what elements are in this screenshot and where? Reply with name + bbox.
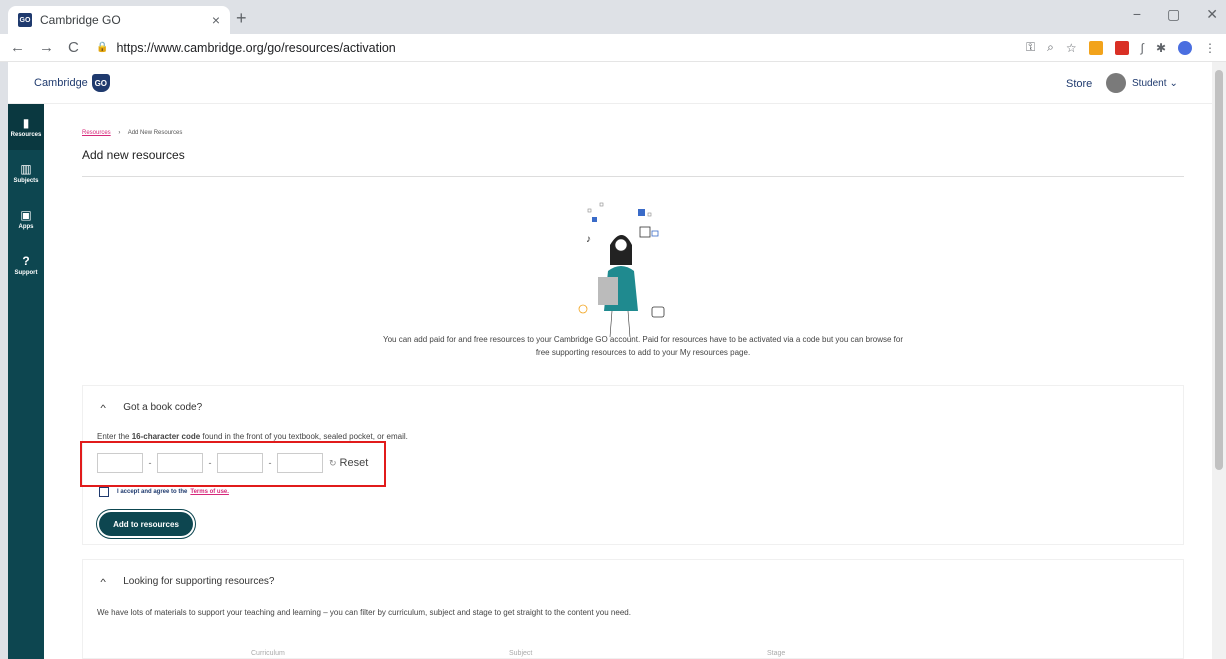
books-icon: ▥ <box>20 162 32 176</box>
extension-folder-icon[interactable] <box>1088 40 1103 55</box>
chevron-up-icon: ^ <box>100 402 106 413</box>
intro-text: You can add paid for and free resources … <box>288 333 998 359</box>
desc-text: Enter the <box>97 432 132 441</box>
filter-row: Curriculum Subject Stage <box>83 648 1185 658</box>
minimize-button[interactable]: − <box>1133 6 1141 23</box>
forward-arrow-icon[interactable]: → <box>39 39 54 56</box>
book-code-header[interactable]: ^ Got a book code? <box>100 402 203 413</box>
intro-line-1: You can add paid for and free resources … <box>382 335 903 344</box>
book-code-heading: Got a book code? <box>123 402 203 413</box>
divider <box>82 176 1184 177</box>
desc-bold: 16-character code <box>131 432 201 441</box>
tab-title: Cambridge GO <box>40 13 121 27</box>
sidebar: ▮ Resources ▥ Subjects ▣ Apps ? Support <box>8 104 44 659</box>
curriculum-filter[interactable]: Curriculum <box>251 650 285 657</box>
user-name: Student <box>1132 77 1167 89</box>
url-bar[interactable]: 🔒 https://www.cambridge.org/go/resources… <box>90 37 970 59</box>
site-header: Cambridge GO Store Student ⌄ <box>8 62 1212 104</box>
logo-text: Cambridge <box>34 77 88 89</box>
svg-text:♪: ♪ <box>586 234 591 245</box>
chevron-up-icon: ^ <box>100 576 106 587</box>
store-link[interactable]: Store <box>1066 78 1092 90</box>
url-text: https://www.cambridge.org/go/resources/a… <box>116 40 396 55</box>
breadcrumb-resources-link[interactable]: Resources <box>82 130 111 136</box>
zoom-icon[interactable]: ⌕ <box>1047 40 1054 55</box>
pdf-extension-icon[interactable] <box>1114 40 1129 55</box>
browser-tab[interactable]: GO Cambridge GO × <box>8 6 230 34</box>
add-to-resources-button[interactable]: Add to resources <box>99 512 193 536</box>
user-avatar-icon <box>1106 73 1126 93</box>
terms-checkbox[interactable] <box>99 487 109 497</box>
lock-icon: 🔒 <box>96 42 109 53</box>
highlight-box <box>80 441 386 487</box>
intro-line-2: free supporting resources to add to your… <box>535 348 751 357</box>
sidebar-item-support[interactable]: ? Support <box>8 242 44 288</box>
terms-agreement: I accept and agree to the Terms of use. <box>99 487 229 497</box>
sidebar-item-label: Subjects <box>13 178 39 184</box>
reload-icon[interactable]: C <box>68 39 79 56</box>
web-page: Cambridge GO Store Student ⌄ ▮ Resources… <box>8 62 1212 659</box>
woman-with-tablet-illustration: ♪ <box>578 202 665 337</box>
page-scrollbar[interactable] <box>1212 62 1226 659</box>
go-shield-icon: GO <box>91 74 110 92</box>
breadcrumb: Resources › Add New Resources <box>82 130 182 136</box>
key-icon[interactable]: ⚿ <box>1026 40 1035 55</box>
back-arrow-icon[interactable]: ← <box>10 39 25 56</box>
chevron-down-icon: ⌄ <box>1169 77 1178 89</box>
supporting-heading: Looking for supporting resources? <box>123 576 275 587</box>
cambridge-go-logo[interactable]: Cambridge GO <box>34 74 110 92</box>
sidebar-item-label: Support <box>14 270 38 276</box>
supporting-resources-panel: ^ Looking for supporting resources? We h… <box>82 559 1184 659</box>
sidebar-item-label: Resources <box>10 132 42 138</box>
browser-extensions: ⚿ ⌕ ☆ ∫ ✱ ⋮ <box>1026 40 1216 55</box>
scrollbar-thumb[interactable] <box>1215 70 1223 470</box>
nav-buttons: ← → C <box>10 39 90 56</box>
chrome-menu-icon[interactable]: ⋮ <box>1204 41 1216 55</box>
close-window-button[interactable]: ✕ <box>1206 6 1218 23</box>
signature-extension-icon[interactable]: ∫ <box>1141 41 1144 55</box>
address-bar-row: ← → C 🔒 https://www.cambridge.org/go/res… <box>0 34 1226 62</box>
book-code-description: Enter the 16-character code found in the… <box>97 432 408 441</box>
user-menu[interactable]: Student ⌄ <box>1106 73 1178 93</box>
sidebar-item-label: Apps <box>18 224 34 230</box>
window-controls: − ▢ ✕ <box>1133 6 1218 23</box>
new-tab-button[interactable]: + <box>236 8 247 29</box>
subject-filter[interactable]: Subject <box>509 650 532 657</box>
page-title: Add new resources <box>82 148 185 162</box>
bookmark-star-icon[interactable]: ☆ <box>1066 41 1077 55</box>
desc-text-2: found in the front of you textbook, seal… <box>200 432 408 441</box>
sidebar-item-resources[interactable]: ▮ Resources <box>8 104 44 150</box>
puzzle-extensions-icon[interactable]: ✱ <box>1156 41 1166 55</box>
question-icon: ? <box>22 254 30 268</box>
browser-tab-strip: GO Cambridge GO × + − ▢ ✕ <box>0 0 1226 34</box>
maximize-button[interactable]: ▢ <box>1167 6 1180 23</box>
breadcrumb-current: Add New Resources <box>127 130 183 136</box>
terms-of-use-link[interactable]: Terms of use. <box>190 489 229 495</box>
apps-grid-icon: ▣ <box>20 208 32 222</box>
cambridge-go-favicon-icon: GO <box>18 13 32 27</box>
sidebar-item-subjects[interactable]: ▥ Subjects <box>8 150 44 196</box>
stage-filter[interactable]: Stage <box>767 650 785 657</box>
supporting-description: We have lots of materials to support you… <box>97 608 631 617</box>
accept-text: I accept and agree to the <box>117 489 188 495</box>
breadcrumb-separator: › <box>118 130 121 136</box>
sidebar-item-apps[interactable]: ▣ Apps <box>8 196 44 242</box>
supporting-header[interactable]: ^ Looking for supporting resources? <box>100 576 275 587</box>
profile-avatar-icon[interactable] <box>1178 40 1192 55</box>
tab-close-icon[interactable]: × <box>212 12 220 28</box>
document-icon: ▮ <box>22 116 30 130</box>
